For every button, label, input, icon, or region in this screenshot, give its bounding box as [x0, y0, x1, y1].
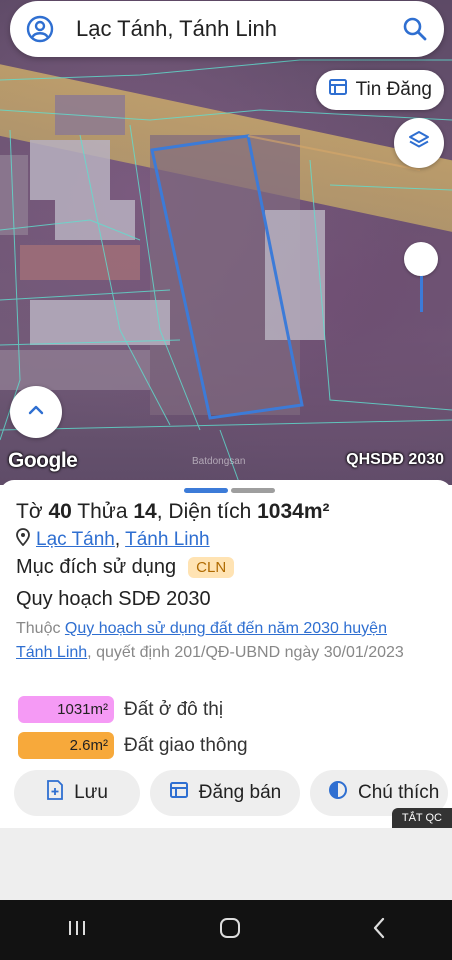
location-pin-icon [16, 528, 30, 552]
plan-description: Thuộc Quy hoạch sử dụng đất đến năm 2030… [16, 617, 440, 665]
hide-ads-button[interactable]: TẮT QC [391, 808, 452, 828]
plot-number: 14 [133, 500, 157, 523]
save-button[interactable]: Lưu [14, 770, 140, 816]
expand-sheet-button[interactable] [10, 386, 62, 438]
area-prefix: , Diện tích [156, 500, 252, 523]
layer-label: QHSDĐ 2030 [346, 451, 444, 468]
area-value: 1034m² [257, 500, 330, 523]
ad-area [0, 828, 452, 900]
listing-icon [169, 780, 189, 806]
plan-link[interactable]: Quy hoạch sử dụng đất đến năm 2030 huyện [65, 620, 387, 637]
plot-prefix: Thửa [77, 500, 128, 523]
land-use-bar: 1031m² [18, 696, 114, 723]
land-use-bar: 2.6m² [18, 732, 114, 759]
parcel-location: Lạc Tánh, Tánh Linh [16, 528, 210, 552]
plan-link-district[interactable]: Tánh Linh [16, 644, 87, 661]
search-input[interactable]: Lạc Tánh, Tánh Linh [76, 16, 402, 42]
district-link[interactable]: Tánh Linh [125, 529, 210, 550]
action-row: Lưu Đăng bán Chú thích [14, 770, 448, 816]
recent-apps-icon[interactable] [65, 918, 89, 943]
watermark: Batdongsan [192, 456, 246, 467]
desc-prefix: Thuộc [16, 620, 61, 637]
back-icon[interactable] [371, 916, 387, 945]
land-use-label: Đất ở đô thị [124, 698, 224, 720]
selected-parcel-outline [150, 134, 304, 420]
search-icon[interactable] [402, 16, 428, 42]
search-bar[interactable]: Lạc Tánh, Tánh Linh [10, 1, 444, 57]
account-icon[interactable] [26, 15, 54, 43]
sheet-prefix: Tờ [16, 500, 43, 523]
land-use-row: 2.6m² Đất giao thông [18, 732, 248, 759]
parcel-title: Tờ 40 Thửa 14, Diện tích 1034m² [16, 500, 330, 524]
listing-icon [328, 77, 348, 103]
google-logo: Google [8, 449, 78, 472]
tin-dang-button[interactable]: Tin Đăng [315, 70, 444, 110]
save-label: Lưu [74, 782, 108, 803]
location-separator: , [114, 529, 121, 550]
purpose-badge: CLN [188, 557, 235, 578]
tin-dang-label: Tin Đăng [355, 79, 432, 100]
land-use-label: Đất giao thông [124, 734, 248, 756]
opacity-slider-track[interactable] [420, 276, 423, 312]
post-sale-button[interactable]: Đăng bán [150, 770, 300, 816]
land-use-row: 1031m² Đất ở đô thị [18, 696, 223, 723]
pager-dot[interactable] [184, 488, 228, 493]
plan-title: Quy hoạch SDĐ 2030 [16, 588, 211, 610]
commune-link[interactable]: Lạc Tánh [36, 529, 115, 550]
home-icon[interactable] [218, 916, 242, 945]
layers-button[interactable] [394, 118, 444, 168]
purpose-label: Mục đích sử dụng [16, 556, 177, 578]
sheet-pager[interactable] [184, 488, 275, 493]
save-icon [46, 780, 64, 806]
map-view[interactable]: Lạc Tánh, Tánh Linh Tin Đăng Google Batd… [0, 0, 452, 485]
post-sale-label: Đăng bán [198, 782, 282, 803]
desc-suffix: , quyết định 201/QĐ-UBND ngày 30/01/2023 [87, 644, 404, 661]
sheet-number: 40 [48, 500, 72, 523]
pager-dot[interactable] [231, 488, 275, 493]
land-purpose: Mục đích sử dụng CLN [16, 556, 235, 579]
system-nav-bar [0, 900, 452, 960]
contrast-icon [328, 780, 348, 806]
layers-icon [407, 129, 431, 158]
legend-label: Chú thích [358, 782, 440, 803]
chevron-up-icon [27, 403, 45, 421]
opacity-slider-handle[interactable] [404, 242, 438, 276]
